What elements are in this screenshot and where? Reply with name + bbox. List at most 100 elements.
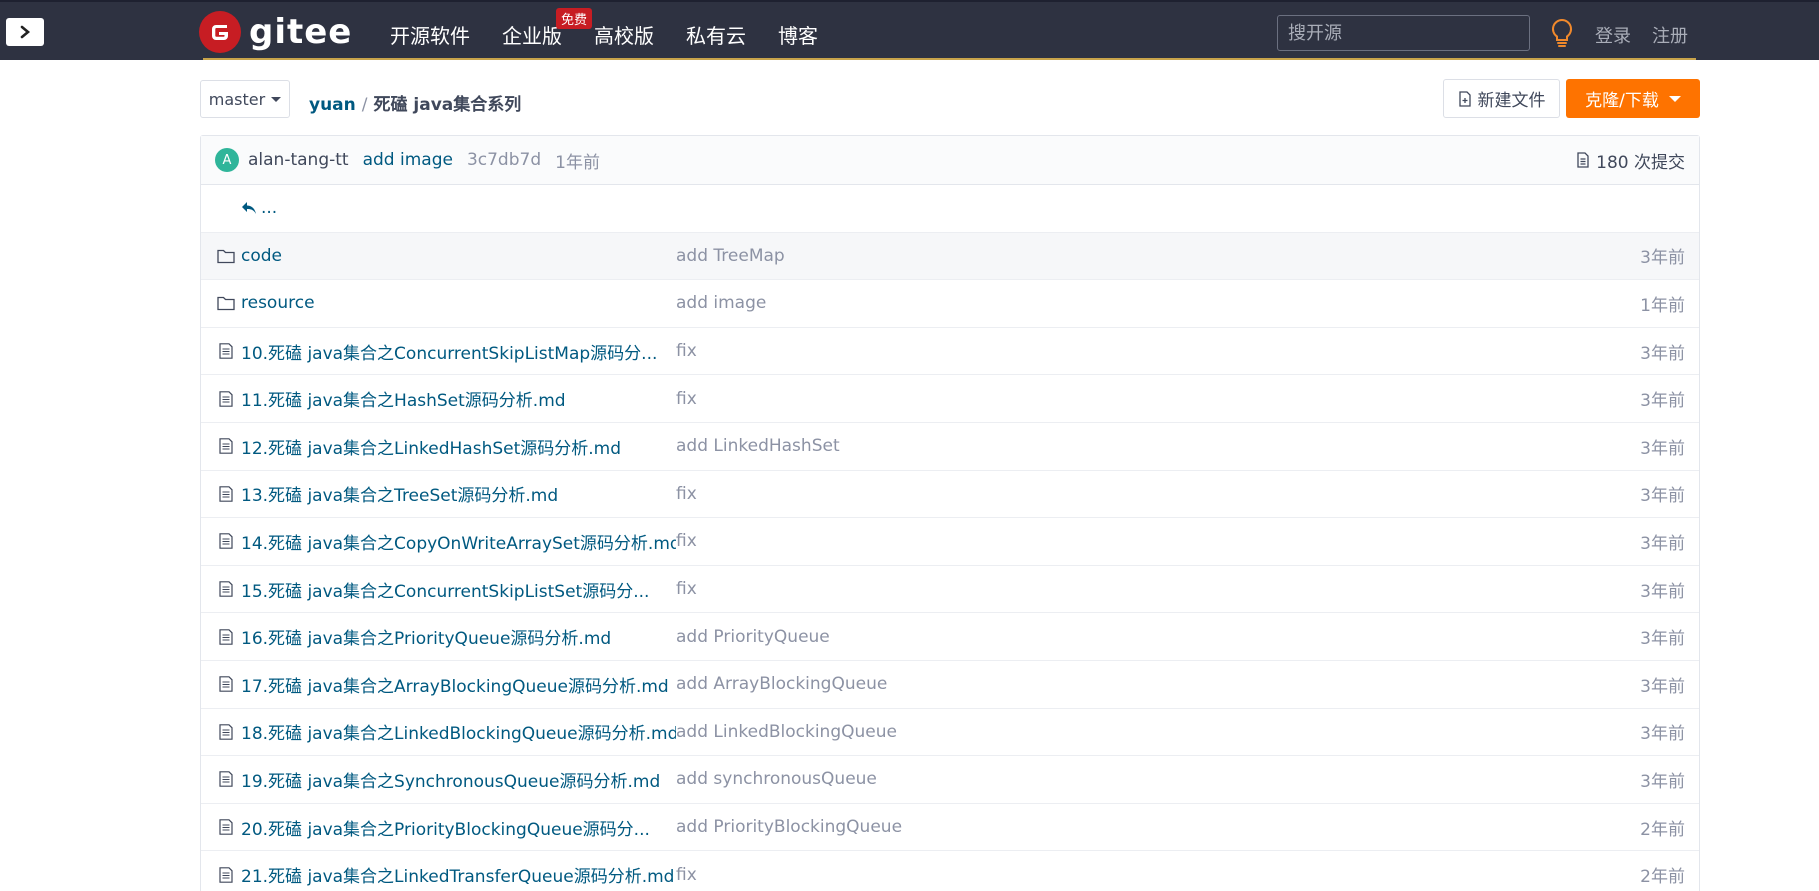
file-commit-message[interactable]: add PriorityBlockingQueue xyxy=(676,817,1376,837)
file-name-link[interactable]: code xyxy=(241,246,282,266)
file-name-link[interactable]: 12.死磕 java集合之LinkedHashSet源码分析.md xyxy=(241,434,621,459)
chevron-right-icon xyxy=(20,25,31,39)
commit-author[interactable]: alan-tang-tt xyxy=(248,150,349,170)
login-link[interactable]: 登录 xyxy=(1595,22,1631,48)
file-row[interactable]: 15.死磕 java集合之ConcurrentSkipListSet源码分...… xyxy=(201,566,1699,614)
avatar[interactable]: A xyxy=(215,148,239,172)
file-commit-message[interactable]: add ArrayBlockingQueue xyxy=(676,674,1376,694)
file-name-link[interactable]: 16.死磕 java集合之PriorityQueue源码分析.md xyxy=(241,624,611,649)
file-commit-message[interactable]: add LinkedHashSet xyxy=(676,436,1376,456)
file-name-link[interactable]: resource xyxy=(241,293,315,313)
commit-sha[interactable]: 3c7db7d xyxy=(467,150,541,170)
file-commit-time: 3年前 xyxy=(1640,343,1685,364)
nav-item-enterprise[interactable]: 企业版 免费 xyxy=(502,8,592,49)
file-name-cell: code xyxy=(201,246,676,266)
file-name-link[interactable]: 15.死磕 java集合之ConcurrentSkipListSet源码分... xyxy=(241,577,649,602)
file-commit-time: 3年前 xyxy=(1640,438,1685,459)
file-name-link[interactable]: 13.死磕 java集合之TreeSet源码分析.md xyxy=(241,481,558,506)
file-name-link[interactable]: 20.死磕 java集合之PriorityBlockingQueue源码分... xyxy=(241,815,650,840)
file-commit-message[interactable]: add image xyxy=(676,293,1376,313)
file-name-link[interactable]: 18.死磕 java集合之LinkedBlockingQueue源码分析.md xyxy=(241,719,676,744)
file-icon xyxy=(219,390,233,407)
file-row[interactable]: 13.死磕 java集合之TreeSet源码分析.md fix 3年前 xyxy=(201,471,1699,519)
file-row[interactable]: 19.死磕 java集合之SynchronousQueue源码分析.md add … xyxy=(201,756,1699,804)
file-commit-time: 3年前 xyxy=(1640,391,1685,412)
nav-item-education[interactable]: 高校版 xyxy=(594,20,654,49)
parent-directory-label: ... xyxy=(261,198,278,219)
breadcrumb: yuan / 死磕 java集合系列 xyxy=(309,90,521,115)
breadcrumb-owner[interactable]: yuan xyxy=(309,95,356,115)
file-icon xyxy=(219,486,233,502)
file-commit-message[interactable]: add LinkedBlockingQueue xyxy=(676,722,1376,742)
file-row[interactable]: 11.死磕 java集合之HashSet源码分析.md fix 3年前 xyxy=(201,375,1699,423)
file-commit-message[interactable]: fix xyxy=(676,389,1376,409)
sidebar-toggle-button[interactable] xyxy=(6,18,44,46)
file-commit-message[interactable]: fix xyxy=(676,531,1376,551)
file-commit-time: 3年前 xyxy=(1640,486,1685,507)
file-name-link[interactable]: 14.死磕 java集合之CopyOnWriteArraySet源码分析.md xyxy=(241,529,676,554)
file-icon xyxy=(219,819,233,835)
file-name-link[interactable]: 10.死磕 java集合之ConcurrentSkipListMap源码分... xyxy=(241,339,657,364)
folder-row[interactable]: resource add image 1年前 xyxy=(201,280,1699,328)
gitee-logo[interactable]: gitee xyxy=(199,11,352,53)
file-name-cell: 19.死磕 java集合之SynchronousQueue源码分析.md xyxy=(201,767,676,792)
register-link[interactable]: 注册 xyxy=(1652,22,1688,48)
commit-count-label: 180 次提交 xyxy=(1596,152,1685,173)
parent-directory-row[interactable]: ... xyxy=(201,185,1699,233)
branch-select[interactable]: master xyxy=(200,80,290,118)
file-row[interactable]: 16.死磕 java集合之PriorityQueue源码分析.md add Pri… xyxy=(201,613,1699,661)
file-commit-time: 2年前 xyxy=(1640,819,1685,840)
file-commit-time: 3年前 xyxy=(1640,248,1685,269)
file-commit-message[interactable]: fix xyxy=(676,865,1376,885)
file-name-cell: 13.死磕 java集合之TreeSet源码分析.md xyxy=(201,481,676,506)
nav-item-open-source[interactable]: 开源软件 xyxy=(390,20,470,49)
clone-download-button[interactable]: 克隆/下载 xyxy=(1566,79,1700,118)
file-row[interactable]: 18.死磕 java集合之LinkedBlockingQueue源码分析.md a… xyxy=(201,709,1699,757)
file-row[interactable]: 10.死磕 java集合之ConcurrentSkipListMap源码分...… xyxy=(201,328,1699,376)
branch-name: master xyxy=(208,89,266,109)
file-name-cell: 17.死磕 java集合之ArrayBlockingQueue源码分析.md xyxy=(201,672,676,697)
file-name-cell: 20.死磕 java集合之PriorityBlockingQueue源码分... xyxy=(201,815,676,840)
file-name-link[interactable]: 11.死磕 java集合之HashSet源码分析.md xyxy=(241,386,566,411)
commit-count-link[interactable]: 180 次提交 xyxy=(1576,148,1685,173)
file-plus-icon xyxy=(1458,90,1471,107)
file-commit-time: 3年前 xyxy=(1640,676,1685,697)
nav-item-private-cloud[interactable]: 私有云 xyxy=(686,20,746,49)
file-name-cell: 18.死磕 java集合之LinkedBlockingQueue源码分析.md xyxy=(201,719,676,744)
file-name-cell: 12.死磕 java集合之LinkedHashSet源码分析.md xyxy=(201,434,676,459)
caret-down-icon xyxy=(271,96,282,102)
file-name-cell: 21.死磕 java集合之LinkedTransferQueue源码分析.md xyxy=(201,862,676,887)
new-file-button[interactable]: 新建文件 xyxy=(1443,79,1560,118)
main-nav: 开源软件 企业版 免费 高校版 私有云 博客 xyxy=(390,8,850,49)
file-commit-message[interactable]: add PriorityQueue xyxy=(676,627,1376,647)
file-row[interactable]: 20.死磕 java集合之PriorityBlockingQueue源码分...… xyxy=(201,804,1699,852)
file-icon xyxy=(219,581,233,597)
file-row[interactable]: 17.死磕 java集合之ArrayBlockingQueue源码分析.md ad… xyxy=(201,661,1699,709)
logo-text: gitee xyxy=(249,12,353,52)
file-name-cell: 10.死磕 java集合之ConcurrentSkipListMap源码分... xyxy=(201,339,676,364)
file-commit-message[interactable]: fix xyxy=(676,484,1376,504)
breadcrumb-repo-name: 死磕 java集合系列 xyxy=(373,95,522,115)
file-commit-message[interactable]: add TreeMap xyxy=(676,246,1376,266)
file-name-cell: 11.死磕 java集合之HashSet源码分析.md xyxy=(201,386,676,411)
file-name-link[interactable]: 21.死磕 java集合之LinkedTransferQueue源码分析.md xyxy=(241,862,674,887)
file-name-cell: 15.死磕 java集合之ConcurrentSkipListSet源码分... xyxy=(201,577,676,602)
file-row[interactable]: 12.死磕 java集合之LinkedHashSet源码分析.md add Lin… xyxy=(201,423,1699,471)
file-name-link[interactable]: 17.死磕 java集合之ArrayBlockingQueue源码分析.md xyxy=(241,672,669,697)
file-commit-message[interactable]: add synchronousQueue xyxy=(676,769,1376,789)
search-input[interactable] xyxy=(1277,15,1530,51)
lightbulb-icon[interactable] xyxy=(1550,18,1574,48)
nav-item-blog[interactable]: 博客 xyxy=(778,20,818,49)
file-commit-message[interactable]: fix xyxy=(676,341,1376,361)
file-list-panel: A alan-tang-tt add image 3c7db7d 1年前 180… xyxy=(200,135,1700,891)
document-icon xyxy=(1577,152,1589,168)
file-name-link[interactable]: 19.死磕 java集合之SynchronousQueue源码分析.md xyxy=(241,767,660,792)
folder-row[interactable]: code add TreeMap 3年前 xyxy=(201,232,1699,281)
commit-message[interactable]: add image xyxy=(363,150,453,170)
file-commit-message[interactable]: fix xyxy=(676,579,1376,599)
file-commit-time: 3年前 xyxy=(1640,533,1685,554)
topbar-divider xyxy=(203,58,1696,60)
file-row[interactable]: 14.死磕 java集合之CopyOnWriteArraySet源码分析.md f… xyxy=(201,518,1699,566)
file-row[interactable]: 21.死磕 java集合之LinkedTransferQueue源码分析.md f… xyxy=(201,851,1699,891)
gitee-logo-icon xyxy=(199,11,241,53)
